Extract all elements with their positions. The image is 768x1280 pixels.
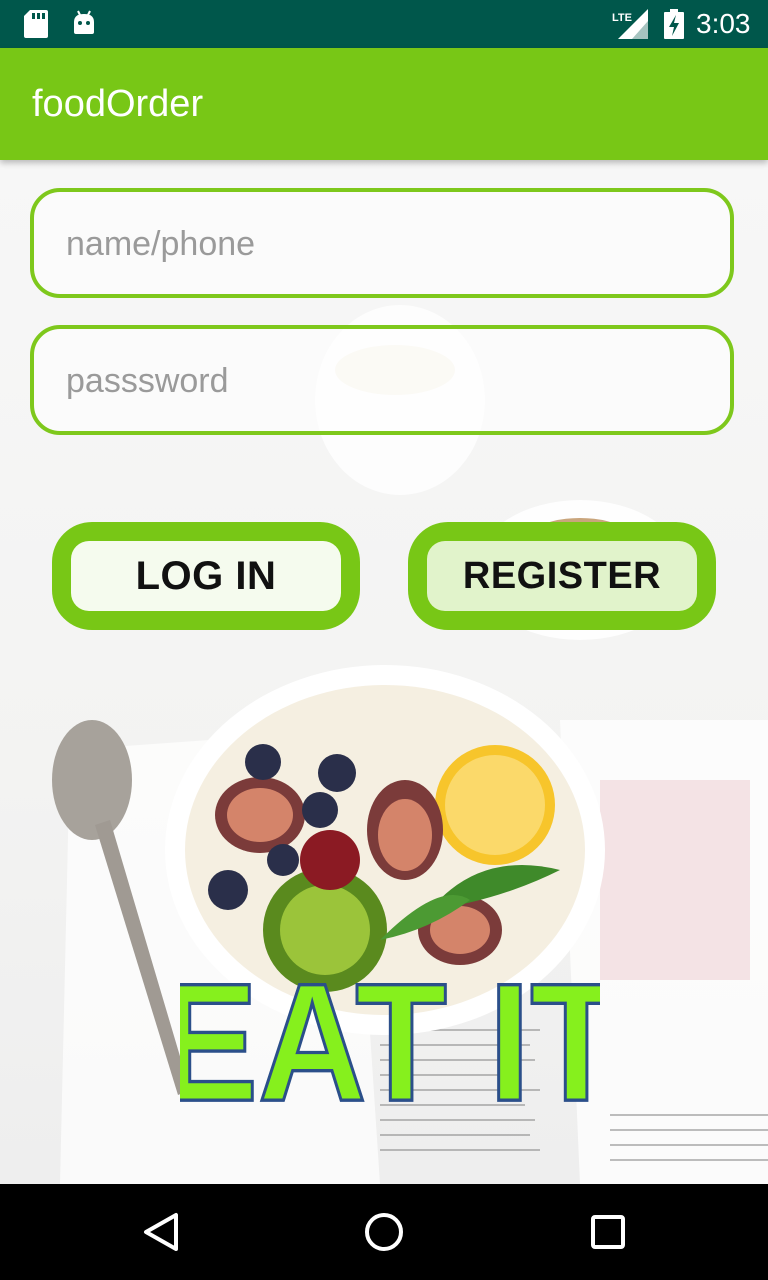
recents-icon[interactable] <box>590 1214 626 1250</box>
back-icon[interactable] <box>142 1212 180 1252</box>
svg-text:LTE: LTE <box>612 12 632 24</box>
login-button-label: LOG IN <box>135 553 277 598</box>
login-button-face[interactable]: LOG IN <box>71 541 341 611</box>
register-button-face[interactable]: REGISTER <box>427 541 697 611</box>
eat-it-logo: EAT IT <box>180 947 600 1110</box>
sd-card-icon <box>24 10 48 38</box>
register-button[interactable]: REGISTER <box>408 522 716 630</box>
username-field[interactable] <box>30 188 734 298</box>
login-button[interactable]: LOG IN <box>52 522 360 630</box>
password-input[interactable] <box>64 329 708 433</box>
login-screen: LTE 3:03 foodOrder name/phone LOG IN REG… <box>0 0 768 1280</box>
content-area: LOG IN REGISTER EAT IT <box>0 160 768 1184</box>
password-field[interactable] <box>30 325 734 435</box>
app-bar: foodOrder <box>0 48 768 160</box>
app-title: foodOrder <box>32 83 204 125</box>
svg-text:EAT IT: EAT IT <box>180 948 600 1110</box>
status-time: 3:03 <box>696 8 751 39</box>
battery-charging-icon <box>664 9 684 39</box>
username-input[interactable] <box>64 192 708 296</box>
navigation-bar <box>0 1184 768 1280</box>
status-bar: LTE 3:03 <box>0 0 768 48</box>
register-button-label: REGISTER <box>462 554 662 597</box>
home-icon[interactable] <box>364 1212 404 1252</box>
android-icon <box>74 10 94 34</box>
lte-signal-icon: LTE <box>612 9 648 39</box>
